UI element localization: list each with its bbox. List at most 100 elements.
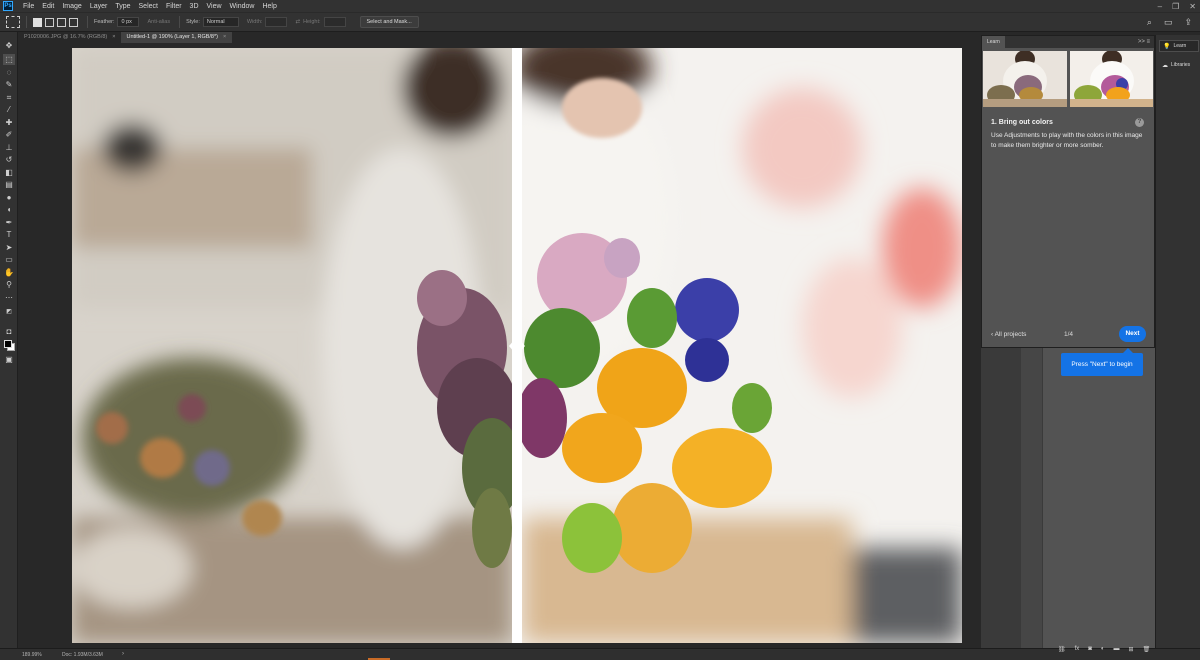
new-group-icon[interactable]: ▬ [1114, 646, 1120, 653]
minimize-button[interactable]: – [1158, 2, 1162, 11]
default-colors-icon[interactable]: ◩ [3, 306, 15, 317]
gradient-icon[interactable]: ▤ [3, 179, 15, 190]
before-thumbnail [983, 51, 1067, 107]
move-tool-icon[interactable]: ✥ [3, 40, 15, 51]
add-selection-icon[interactable] [45, 17, 54, 27]
swap-icon[interactable]: ⇄ [295, 19, 300, 25]
layer-style-icon[interactable]: fx [1075, 646, 1080, 653]
new-selection-icon[interactable] [33, 17, 42, 27]
more-tools-icon[interactable]: ⋯ [3, 292, 15, 303]
delete-layer-icon[interactable]: 🗑 [1143, 646, 1151, 653]
style-select[interactable]: Normal [202, 17, 239, 27]
subtract-selection-icon[interactable] [57, 17, 66, 27]
layers-panel-footer: ⛓ fx ◙ ◐ ▬ ⊞ 🗑 [1058, 646, 1150, 653]
dock-learn-label: Learn [1173, 43, 1187, 49]
crop-icon[interactable]: ⌗ [3, 92, 15, 103]
marquee-preset-icon[interactable] [6, 16, 20, 28]
menu-image[interactable]: Image [58, 3, 85, 10]
pen-icon[interactable]: ✒ [3, 217, 15, 228]
adjustment-layer-icon[interactable]: ◐ [1101, 646, 1105, 653]
menu-3d[interactable]: 3D [186, 3, 203, 10]
close-icon[interactable]: × [112, 34, 115, 40]
lightbulb-icon: 💡 [1163, 43, 1171, 50]
panel-menu-icon[interactable]: >> ≡ [1138, 36, 1150, 48]
menu-select[interactable]: Select [135, 3, 162, 10]
divider-handle-icon[interactable] [509, 335, 525, 357]
menu-type[interactable]: Type [111, 3, 134, 10]
tab-untitled-1[interactable]: Untitled-1 @ 190% (Layer 1, RGB/8*) × [121, 32, 233, 43]
feather-input[interactable]: 0 px [117, 17, 140, 27]
path-select-icon[interactable]: ➤ [3, 242, 15, 253]
add-mask-icon[interactable]: ◙ [1088, 646, 1092, 653]
close-icon[interactable]: × [223, 34, 226, 40]
close-window-button[interactable]: ✕ [1189, 2, 1196, 11]
healing-brush-icon[interactable]: ✚ [3, 117, 15, 128]
share-icon[interactable]: ⇪ [1184, 17, 1192, 28]
rectangular-marquee-icon[interactable]: ⬚ [3, 54, 15, 65]
learn-panel-header: Learn >> ≡ [982, 36, 1154, 48]
step-description: Use Adjustments to play with the colors … [991, 132, 1143, 149]
lasso-icon[interactable]: ◌ [3, 67, 15, 78]
all-projects-link[interactable]: ‹ All projects [991, 331, 1026, 338]
hand-tool-icon[interactable]: ✋ [3, 267, 15, 278]
workspace-icon[interactable]: ▭ [1164, 17, 1173, 28]
menu-window[interactable]: Window [226, 3, 259, 10]
libraries-icon: ☁ [1162, 62, 1168, 69]
select-and-mask-button[interactable]: Select and Mask... [359, 16, 419, 28]
tab-learn[interactable]: Learn [982, 36, 1005, 48]
divider [87, 16, 88, 28]
quick-select-icon[interactable]: ✎ [3, 79, 15, 90]
document-image[interactable] [72, 48, 962, 643]
options-bar: Feather: 0 px Anti-alias Style: Normal W… [0, 12, 1200, 32]
thumbnail-image [983, 51, 1067, 107]
screen-mode-icon[interactable]: ▣ [3, 354, 15, 365]
search-icon[interactable]: ⌕ [1147, 17, 1152, 28]
width-input[interactable] [265, 17, 288, 27]
new-layer-icon[interactable]: ⊞ [1129, 646, 1134, 653]
window-controls: – ❐ ✕ [1158, 0, 1196, 12]
link-layers-icon[interactable]: ⛓ [1058, 646, 1066, 653]
blur-icon[interactable]: ● [3, 192, 15, 203]
eyedropper-icon[interactable]: ⁄ [3, 104, 15, 115]
history-brush-icon[interactable]: ↺ [3, 154, 15, 165]
antialias-checkbox[interactable]: Anti-alias [147, 19, 170, 25]
app-logo: Ps [3, 1, 13, 11]
type-tool-icon[interactable]: T [3, 229, 15, 240]
style-label: Style: [186, 19, 200, 25]
menu-view[interactable]: View [203, 3, 226, 10]
dock-libraries-label: Libraries [1171, 62, 1191, 68]
eraser-icon[interactable]: ◧ [3, 167, 15, 178]
tab-p1020006[interactable]: P1020006.JPG @ 16.7% (RGB/8) × [19, 32, 121, 43]
menu-edit[interactable]: Edit [38, 3, 58, 10]
muted-photo [72, 48, 512, 643]
dodge-icon[interactable]: ◖ [3, 204, 15, 215]
dock-libraries[interactable]: ☁ Libraries [1159, 59, 1199, 71]
thumbnail-image [1069, 51, 1153, 107]
brush-icon[interactable]: ✐ [3, 129, 15, 140]
zoom-tool-icon[interactable]: ⚲ [3, 279, 15, 290]
height-label: Height: [303, 19, 321, 25]
menu-filter[interactable]: Filter [162, 3, 186, 10]
intersect-selection-icon[interactable] [69, 17, 78, 27]
quick-mask-icon[interactable]: ◘ [3, 326, 15, 337]
menu-layer[interactable]: Layer [86, 3, 112, 10]
next-button[interactable]: Next [1119, 326, 1146, 342]
status-bar: 189.99% Doc: 1.93M/3.63M › [0, 648, 1200, 660]
foreground-color-swatch[interactable] [4, 340, 12, 348]
menu-file[interactable]: File [19, 3, 38, 10]
height-input[interactable] [323, 17, 346, 27]
rectangle-tool-icon[interactable]: ▭ [3, 254, 15, 265]
doc-size: Doc: 1.93M/3.63M [62, 652, 103, 658]
zoom-level[interactable]: 189.99% [22, 652, 42, 658]
restore-button[interactable]: ❐ [1172, 2, 1179, 11]
tools-panel: ✥ ⬚ ◌ ✎ ⌗ ⁄ ✚ ✐ ⊥ ↺ ◧ ▤ ● ◖ ✒ T ➤ ▭ ✋ ⚲ … [0, 32, 18, 648]
clone-stamp-icon[interactable]: ⊥ [3, 142, 15, 153]
after-thumbnail [1069, 51, 1153, 107]
width-label: Width: [246, 19, 263, 25]
dock-learn[interactable]: 💡 Learn [1159, 40, 1199, 52]
menu-help[interactable]: Help [258, 3, 280, 10]
status-menu-arrow[interactable]: › [122, 651, 124, 657]
panel-gap [981, 348, 1021, 648]
canvas-area[interactable] [19, 43, 981, 648]
help-icon[interactable]: ? [1135, 118, 1144, 127]
